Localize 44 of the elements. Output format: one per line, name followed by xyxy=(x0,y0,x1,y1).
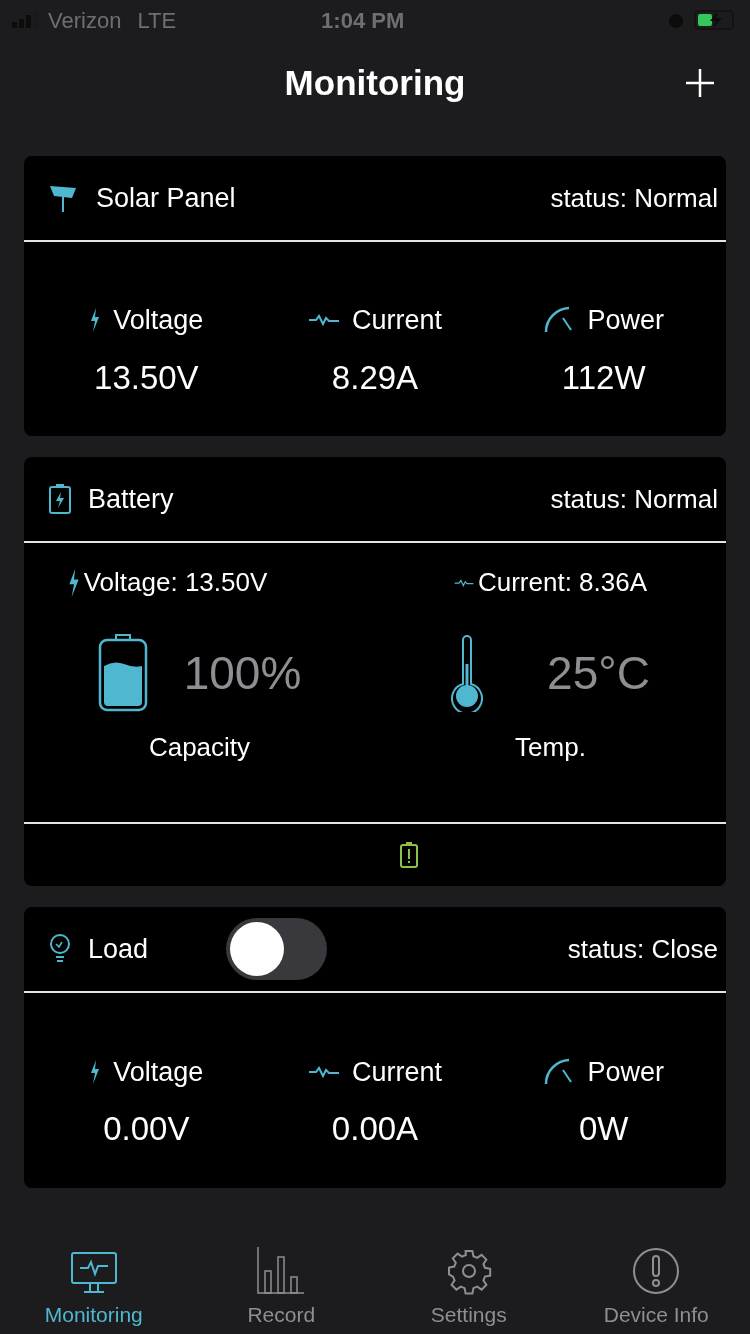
metric-label: Voltage xyxy=(113,304,204,337)
voltage-reading: Voltage: 13.50V xyxy=(83,566,268,599)
tab-item[interactable]: Monitoring xyxy=(0,1240,188,1334)
card-title: Solar Panel xyxy=(96,181,236,215)
carrier-text: Verizon xyxy=(48,6,122,35)
network-text: LTE xyxy=(137,6,177,35)
status-text: status: Normal xyxy=(550,181,718,215)
status-text: status: Normal xyxy=(550,482,718,516)
current-reading: Current: 8.36A xyxy=(477,566,648,599)
capacity-value: 100% xyxy=(183,645,302,701)
metric-value: 13.50V xyxy=(94,357,199,398)
bar-chart-icon xyxy=(257,1246,306,1295)
lightning-icon xyxy=(67,568,80,597)
lightning-icon xyxy=(89,308,102,333)
plus-icon xyxy=(684,67,716,99)
tab-item[interactable]: Settings xyxy=(375,1240,563,1334)
page-title: Monitoring xyxy=(284,61,466,104)
alert-icon xyxy=(632,1246,681,1295)
temperature-value: 25°C xyxy=(547,645,650,701)
metric-label: Power xyxy=(587,1055,664,1089)
metric-label: Voltage xyxy=(113,1055,204,1089)
lightning-icon xyxy=(89,1059,102,1084)
time-text: 1:04 PM xyxy=(321,6,405,35)
metric-label: Current xyxy=(351,304,442,337)
bulb-icon xyxy=(48,933,72,965)
metric-label: Current xyxy=(351,1055,442,1089)
monitor-icon xyxy=(69,1250,118,1295)
metric-value: 0.00V xyxy=(103,1109,190,1149)
battery-alert-icon xyxy=(399,841,419,869)
capacity-label: Capacity xyxy=(148,731,251,764)
tab-item[interactable]: Device Info xyxy=(562,1240,750,1334)
temperature-label: Temp. xyxy=(515,731,586,764)
battery-level-icon xyxy=(97,634,148,712)
card-title: Battery xyxy=(88,482,174,516)
metric-value: 112W xyxy=(561,357,646,398)
thermometer-icon xyxy=(451,634,484,712)
metric-value: 8.29A xyxy=(331,357,419,398)
metric-value: 0.00A xyxy=(331,1109,419,1149)
battery-icon xyxy=(48,483,72,515)
metric-value: 0W xyxy=(578,1109,629,1149)
tab-item[interactable]: Record xyxy=(187,1240,375,1334)
status-text: status: Close xyxy=(567,932,718,966)
metric-label: Power xyxy=(587,304,664,337)
card-title: Load xyxy=(88,932,149,966)
